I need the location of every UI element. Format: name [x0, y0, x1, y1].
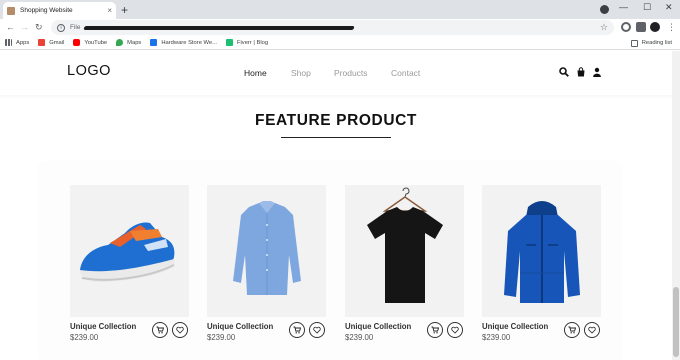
product-card[interactable]: Unique Collection $239.00	[70, 185, 190, 342]
wishlist-button[interactable]	[309, 322, 325, 338]
product-name[interactable]: Unique Collection	[345, 322, 411, 331]
wishlist-button[interactable]	[447, 322, 463, 338]
product-image-sneaker[interactable]	[70, 185, 189, 317]
bookmark-apps[interactable]: Apps	[5, 39, 29, 46]
browser-tab-bar: Shopping Website × + — ☐ ✕	[0, 0, 680, 19]
nav-shop[interactable]: Shop	[291, 68, 311, 78]
bookmark-label: Gmail	[49, 39, 65, 46]
add-to-cart-button[interactable]	[152, 322, 168, 338]
user-icon[interactable]	[592, 67, 602, 77]
bookmark-label: Maps	[127, 39, 142, 46]
extension-icon[interactable]	[621, 22, 631, 32]
bookmark-label: Fiverr | Blog	[236, 39, 269, 46]
cart-icon	[156, 326, 164, 334]
reading-list-icon	[630, 39, 638, 47]
bookmark-fiverr[interactable]: Fiverr | Blog	[225, 39, 269, 46]
bookmark-label: YouTube	[84, 39, 108, 46]
section-title: FEATURE PRODUCT	[255, 112, 417, 129]
product-price: $239.00	[345, 333, 374, 342]
maps-icon	[116, 39, 124, 46]
heart-icon	[313, 326, 321, 334]
cart-icon	[431, 326, 439, 334]
browser-tab[interactable]: Shopping Website ×	[3, 2, 116, 19]
add-to-cart-button[interactable]	[289, 322, 305, 338]
bookmark-label: Hardware Store We...	[161, 39, 217, 46]
bookmark-label: Apps	[16, 39, 30, 46]
cart-icon	[293, 326, 301, 334]
redacted-url	[84, 26, 599, 30]
nav-products[interactable]: Products	[334, 68, 368, 78]
reading-list-label: Reading list	[641, 40, 672, 46]
site-logo[interactable]: LOGO	[67, 63, 111, 79]
product-image-tshirt[interactable]	[345, 185, 464, 317]
product-name[interactable]: Unique Collection	[207, 322, 273, 331]
heart-icon	[588, 326, 596, 334]
fiverr-icon	[225, 39, 233, 46]
wishlist-button[interactable]	[172, 322, 188, 338]
product-price: $239.00	[70, 333, 99, 342]
reload-button[interactable]: ↻	[35, 20, 43, 34]
gmail-icon	[38, 39, 46, 46]
apps-grid-icon	[5, 39, 12, 46]
minimize-button[interactable]: —	[619, 1, 628, 13]
bookmark-youtube[interactable]: YouTube	[73, 39, 107, 46]
title-underline	[281, 137, 391, 138]
reading-list-button[interactable]: Reading list	[630, 36, 672, 50]
product-price: $239.00	[207, 333, 236, 342]
scrollbar-thumb[interactable]	[673, 287, 679, 357]
wishlist-button[interactable]	[584, 322, 600, 338]
bookmark-star-icon[interactable]: ☆	[600, 22, 608, 33]
extensions-puzzle-icon[interactable]	[636, 22, 646, 32]
profile-indicator-icon[interactable]	[600, 5, 609, 14]
tab-title: Shopping Website	[20, 7, 73, 14]
product-card[interactable]: Unique Collection $239.00	[345, 185, 465, 342]
nav-contact[interactable]: Contact	[391, 68, 420, 78]
hardware-store-icon	[150, 39, 158, 46]
bookmark-gmail[interactable]: Gmail	[38, 39, 64, 46]
bookmark-maps[interactable]: Maps	[116, 39, 141, 46]
address-bar[interactable]: i File ☆	[51, 20, 614, 35]
new-tab-button[interactable]: +	[121, 3, 128, 17]
site-info-icon[interactable]: i	[57, 23, 65, 32]
product-card[interactable]: Unique Collection $239.00	[207, 185, 327, 342]
browser-menu-icon[interactable]: ⋮	[667, 21, 676, 33]
site-favicon-icon	[7, 6, 15, 15]
web-page: LOGO Home Shop Products Contact FEATURE …	[0, 51, 672, 360]
maximize-button[interactable]: ☐	[643, 1, 651, 13]
product-image-shirt[interactable]	[207, 185, 326, 317]
browser-toolbar: ← → ↻ i File ☆ ⋮	[0, 19, 680, 36]
product-price: $239.00	[482, 333, 511, 342]
product-name[interactable]: Unique Collection	[482, 322, 548, 331]
bookmarks-bar: Apps Gmail YouTube Maps Hardware Store W…	[0, 36, 680, 50]
product-card[interactable]: Unique Collection $239.00	[482, 185, 602, 342]
cart-icon	[568, 326, 576, 334]
shopping-bag-icon[interactable]	[576, 67, 586, 77]
bookmark-hardware-store[interactable]: Hardware Store We...	[150, 39, 217, 46]
close-window-button[interactable]: ✕	[665, 1, 673, 13]
nav-home[interactable]: Home	[244, 68, 267, 78]
product-image-jacket[interactable]	[482, 185, 601, 317]
tab-close-icon[interactable]: ×	[107, 6, 112, 15]
product-name[interactable]: Unique Collection	[70, 322, 136, 331]
add-to-cart-button[interactable]	[564, 322, 580, 338]
search-icon[interactable]	[559, 67, 569, 77]
profile-avatar-icon[interactable]	[650, 22, 660, 32]
add-to-cart-button[interactable]	[427, 322, 443, 338]
heart-icon	[176, 326, 184, 334]
url-scheme: File	[70, 24, 81, 31]
page-scrollbar[interactable]	[672, 51, 680, 360]
youtube-icon	[73, 39, 81, 46]
site-header: LOGO Home Shop Products Contact	[0, 51, 672, 95]
back-button[interactable]: ←	[6, 20, 15, 34]
forward-button[interactable]: →	[20, 20, 29, 34]
heart-icon	[451, 326, 459, 334]
